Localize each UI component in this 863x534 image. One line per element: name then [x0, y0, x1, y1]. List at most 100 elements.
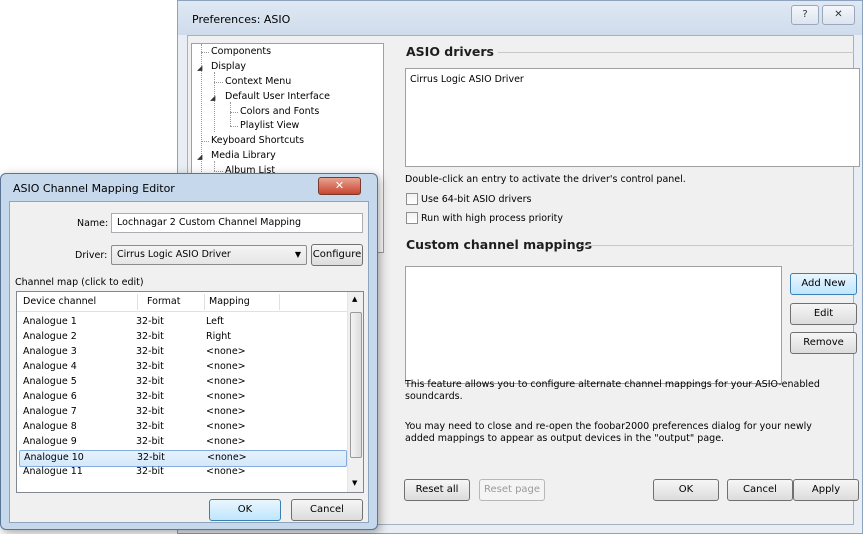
- cell-device-channel: Analogue 2: [23, 331, 77, 342]
- cell-mapping: <none>: [206, 376, 246, 387]
- table-row[interactable]: Analogue 3 32-bit <none>: [19, 345, 345, 360]
- reset-page-button[interactable]: Reset page: [479, 479, 545, 501]
- close-icon: ✕: [834, 9, 843, 20]
- use-64bit-checkbox[interactable]: [406, 193, 418, 205]
- driver-label: Driver:: [75, 250, 108, 261]
- name-field[interactable]: Lochnagar 2 Custom Channel Mapping: [111, 213, 363, 233]
- cell-device-channel: Analogue 1: [23, 316, 77, 327]
- dialog-ok-button[interactable]: OK: [209, 499, 281, 521]
- edit-button[interactable]: Edit: [790, 303, 857, 325]
- close-icon: ✕: [334, 179, 345, 192]
- cell-device-channel: Analogue 4: [23, 361, 77, 372]
- remove-button[interactable]: Remove: [790, 332, 857, 354]
- custom-mappings-heading: Custom channel mappings: [406, 237, 593, 252]
- cell-format: 32-bit: [136, 316, 164, 327]
- cell-format: 32-bit: [137, 452, 165, 463]
- column-header-format[interactable]: Format: [147, 296, 180, 307]
- cell-format: 32-bit: [136, 436, 164, 447]
- name-label: Name:: [77, 218, 109, 229]
- column-header-mapping[interactable]: Mapping: [209, 296, 250, 307]
- expand-arrow-icon[interactable]: ◢: [210, 94, 215, 102]
- high-priority-label: Run with high process priority: [421, 213, 563, 224]
- custom-mappings-list[interactable]: [405, 266, 782, 384]
- cell-device-channel: Analogue 8: [23, 421, 77, 432]
- tree-item-playlist-view[interactable]: Playlist View: [240, 120, 299, 131]
- scroll-down-icon[interactable]: ▼: [352, 479, 357, 487]
- table-row[interactable]: Analogue 9 32-bit <none>: [19, 435, 345, 450]
- section-divider: [580, 245, 854, 246]
- cell-format: 32-bit: [136, 391, 164, 402]
- table-row[interactable]: Analogue 4 32-bit <none>: [19, 360, 345, 375]
- tree-item-media-library[interactable]: Media Library: [211, 150, 276, 161]
- cell-format: 32-bit: [136, 346, 164, 357]
- chevron-down-icon: ▼: [294, 250, 301, 259]
- cell-device-channel: Analogue 10: [24, 452, 84, 463]
- info-text-line: You may need to close and re-open the fo…: [405, 421, 812, 432]
- help-icon: ?: [802, 9, 808, 20]
- cell-format: 32-bit: [136, 331, 164, 342]
- table-row[interactable]: Analogue 11 32-bit <none>: [19, 465, 345, 480]
- cell-mapping: <none>: [206, 406, 246, 417]
- cell-format: 32-bit: [136, 466, 164, 477]
- tree-item-keyboard-shortcuts[interactable]: Keyboard Shortcuts: [211, 135, 304, 146]
- close-button[interactable]: ✕: [822, 5, 855, 25]
- cell-mapping: <none>: [207, 452, 247, 463]
- table-row[interactable]: Analogue 5 32-bit <none>: [19, 375, 345, 390]
- ok-button[interactable]: OK: [653, 479, 719, 501]
- driver-list-item[interactable]: Cirrus Logic ASIO Driver: [410, 74, 524, 85]
- cell-mapping: <none>: [206, 391, 246, 402]
- asio-drivers-heading: ASIO drivers: [406, 44, 494, 59]
- tree-item-display[interactable]: Display: [211, 61, 246, 72]
- channel-map-table[interactable]: Device channel Format Mapping Analogue 1…: [16, 291, 364, 493]
- cell-mapping: Right: [206, 331, 232, 342]
- cell-format: 32-bit: [136, 421, 164, 432]
- cell-mapping: <none>: [206, 466, 246, 477]
- cell-mapping: <none>: [206, 361, 246, 372]
- high-priority-checkbox[interactable]: [406, 212, 418, 224]
- driver-hint-text: Double-click an entry to activate the dr…: [405, 174, 686, 185]
- cancel-button[interactable]: Cancel: [727, 479, 793, 501]
- cell-device-channel: Analogue 6: [23, 391, 77, 402]
- apply-button[interactable]: Apply: [793, 479, 859, 501]
- table-row[interactable]: Analogue 7 32-bit <none>: [19, 405, 345, 420]
- cell-device-channel: Analogue 3: [23, 346, 77, 357]
- table-row[interactable]: Analogue 2 32-bit Right: [19, 330, 345, 345]
- table-row[interactable]: Analogue 8 32-bit <none>: [19, 420, 345, 435]
- configure-button[interactable]: Configure: [311, 244, 363, 266]
- dialog-close-button[interactable]: ✕: [318, 177, 361, 195]
- use-64bit-label: Use 64-bit ASIO drivers: [421, 194, 532, 205]
- channel-mapping-editor-dialog: ASIO Channel Mapping Editor ✕ Name: Loch…: [0, 173, 378, 530]
- dialog-title: ASIO Channel Mapping Editor: [13, 182, 175, 195]
- cell-mapping: <none>: [206, 346, 246, 357]
- column-header-device-channel[interactable]: Device channel: [23, 296, 96, 307]
- table-scrollbar[interactable]: ▲ ▼: [347, 292, 363, 492]
- tree-item-default-ui[interactable]: Default User Interface: [225, 91, 330, 102]
- scroll-up-icon[interactable]: ▲: [352, 295, 357, 303]
- reset-all-button[interactable]: Reset all: [404, 479, 470, 501]
- cell-mapping: <none>: [206, 436, 246, 447]
- cell-mapping: <none>: [206, 421, 246, 432]
- window-title: Preferences: ASIO: [192, 13, 291, 26]
- driver-select-value: Cirrus Logic ASIO Driver: [117, 249, 231, 260]
- tree-item-context-menu[interactable]: Context Menu: [225, 76, 291, 87]
- cell-mapping: Left: [206, 316, 224, 327]
- section-divider: [498, 52, 854, 53]
- cell-format: 32-bit: [136, 406, 164, 417]
- tree-item-colors-fonts[interactable]: Colors and Fonts: [240, 106, 319, 117]
- help-button[interactable]: ?: [791, 5, 819, 25]
- tree-item-components[interactable]: Components: [211, 46, 271, 57]
- info-text-line: soundcards.: [405, 391, 463, 402]
- scrollbar-thumb[interactable]: [350, 312, 362, 458]
- expand-arrow-icon[interactable]: ◢: [197, 153, 202, 161]
- add-new-button[interactable]: Add New: [790, 273, 857, 295]
- table-row[interactable]: Analogue 6 32-bit <none>: [19, 390, 345, 405]
- cell-device-channel: Analogue 9: [23, 436, 77, 447]
- cell-device-channel: Analogue 11: [23, 466, 83, 477]
- table-row[interactable]: Analogue 1 32-bit Left: [19, 315, 345, 330]
- driver-select[interactable]: Cirrus Logic ASIO Driver ▼: [111, 245, 307, 265]
- cell-device-channel: Analogue 5: [23, 376, 77, 387]
- asio-driver-list[interactable]: Cirrus Logic ASIO Driver: [405, 68, 860, 167]
- channel-map-caption: Channel map (click to edit): [15, 277, 144, 288]
- expand-arrow-icon[interactable]: ◢: [197, 64, 202, 72]
- dialog-cancel-button[interactable]: Cancel: [291, 499, 363, 521]
